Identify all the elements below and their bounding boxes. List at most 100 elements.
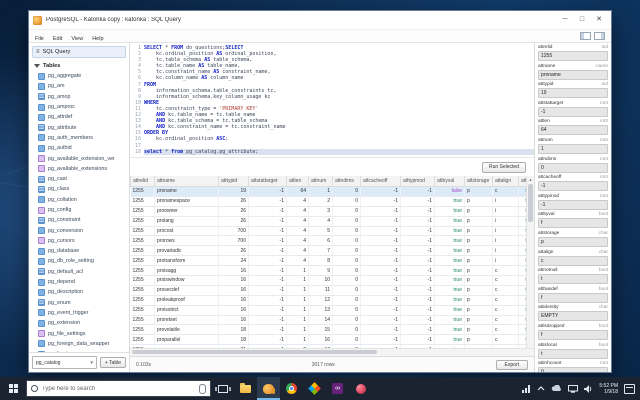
cell-atttypmod[interactable]: -1 (400, 186, 435, 197)
column-header-attnum[interactable]: attnum (308, 176, 333, 187)
cell-attname[interactable]: pronamespace (154, 196, 219, 207)
cell-atttypid[interactable]: 26 (218, 196, 249, 207)
cell-attname[interactable]: prolang (154, 216, 219, 227)
cell-attbyval[interactable]: true (434, 206, 465, 217)
volume-icon[interactable] (584, 384, 593, 393)
menu-help[interactable]: Help (92, 36, 103, 42)
column-header-attrelid[interactable]: attrelid (130, 176, 155, 187)
field-value-input[interactable]: f (538, 329, 608, 340)
cell-attstorage[interactable]: p (464, 245, 493, 257)
cell-attstattarget[interactable]: -1 (248, 206, 287, 217)
cell-attndims[interactable]: 0 (332, 265, 361, 277)
add-table-button[interactable]: + Table (99, 357, 126, 368)
cell-attnotnull[interactable]: true (518, 226, 526, 237)
cell-attnotnull[interactable]: true (518, 186, 526, 197)
cell-atttypmod[interactable]: -1 (400, 305, 435, 316)
cell-attlen[interactable]: 1 (286, 295, 309, 306)
cell-attalign[interactable]: i (492, 235, 519, 247)
table-row[interactable]: 1255prorows700-1460-1-1truepitrue (130, 235, 526, 247)
sidebar-item-pg_am[interactable]: pg_am (38, 81, 129, 91)
schema-select[interactable]: pg_catalog ▾ (32, 356, 97, 369)
field-value-input[interactable]: c (538, 255, 608, 266)
cell-attstattarget[interactable]: -1 (248, 324, 287, 336)
cell-attndims[interactable]: 0 (332, 285, 361, 296)
column-header-atttypmod[interactable]: atttypmod (400, 176, 435, 187)
cell-attnotnull[interactable]: true (518, 295, 526, 306)
cell-attnum[interactable]: 14 (308, 315, 333, 326)
cell-attname[interactable]: proiswindow (154, 275, 219, 286)
column-header-atttypid[interactable]: atttypid (218, 176, 249, 187)
cell-attbyval[interactable]: true (434, 334, 465, 346)
cell-atttypmod[interactable]: -1 (400, 295, 435, 306)
export-button[interactable]: Export (495, 359, 528, 370)
action-center-icon[interactable] (624, 383, 635, 394)
cell-attstattarget[interactable]: -1 (248, 216, 287, 227)
cell-attlen[interactable]: 1 (286, 285, 309, 296)
cell-attlen[interactable]: 1 (286, 275, 309, 286)
display-icon[interactable] (568, 384, 579, 393)
cell-attstorage[interactable]: p (464, 275, 493, 286)
cell-attndims[interactable]: 0 (332, 216, 361, 227)
cell-attstorage[interactable]: p (464, 196, 493, 207)
cell-atttypid[interactable]: 16 (218, 315, 249, 326)
toggle-left-panel-icon[interactable] (580, 32, 591, 40)
cell-attalign[interactable]: i (492, 245, 519, 257)
cell-attstorage[interactable]: p (464, 235, 493, 247)
cell-attcacheoff[interactable]: -1 (360, 265, 401, 277)
cell-attnum[interactable]: 5 (308, 226, 333, 237)
cell-attndims[interactable]: 0 (332, 186, 361, 197)
cell-atttypid[interactable]: 26 (218, 216, 249, 227)
show-hidden-icons-caret[interactable] (537, 386, 545, 391)
start-button[interactable] (0, 377, 26, 400)
cell-attstattarget[interactable]: -1 (248, 196, 287, 207)
sidebar-item-pg_aggregate[interactable]: pg_aggregate (38, 71, 129, 81)
sidebar-item-pg_amproc[interactable]: pg_amproc (38, 102, 129, 112)
cell-attlen[interactable]: 1 (286, 324, 309, 336)
cell-attbyval[interactable]: true (434, 265, 465, 277)
cell-attlen[interactable]: 64 (286, 186, 309, 197)
table-row[interactable]: 1255proleakproof16-11120-1-1truepctrue (130, 295, 526, 306)
table-row[interactable]: 1255proparallel18-11160-1-1truepctrue (130, 334, 526, 346)
cell-atttypid[interactable]: 26 (218, 206, 249, 217)
field-value-input[interactable]: EMPTY (538, 311, 608, 322)
cell-attnum[interactable]: 7 (308, 245, 333, 257)
tables-section-header[interactable]: Tables (29, 60, 129, 71)
cell-atttypmod[interactable]: -1 (400, 334, 435, 346)
cell-attnum[interactable]: 11 (308, 285, 333, 296)
cell-atttypmod[interactable]: -1 (400, 206, 435, 217)
cell-attstorage[interactable]: p (464, 186, 493, 197)
cell-atttypmod[interactable]: -1 (400, 245, 435, 257)
column-header-attalign[interactable]: attalign (492, 176, 519, 187)
cell-attalign[interactable]: i (492, 216, 519, 227)
field-value-input[interactable]: -1 (538, 199, 608, 210)
cell-attnum[interactable]: 13 (308, 305, 333, 316)
cell-attname[interactable]: provariadic (154, 245, 219, 257)
cell-attnum[interactable]: 6 (308, 235, 333, 247)
cell-attstorage[interactable]: p (464, 295, 493, 306)
cell-attcacheoff[interactable]: -1 (360, 315, 401, 326)
field-value-input[interactable]: -1 (538, 181, 608, 192)
sidebar-item-pg_authid[interactable]: pg_authid (38, 143, 129, 153)
sidebar-item-pg_attrdef[interactable]: pg_attrdef (38, 112, 129, 122)
cell-attnum[interactable]: 1 (308, 186, 333, 197)
cell-attalign[interactable]: i (492, 226, 519, 237)
cell-attlen[interactable]: 1 (286, 315, 309, 326)
table-row[interactable]: 1255prosecdef16-11110-1-1truepctrue (130, 285, 526, 296)
cell-attlen[interactable]: 4 (286, 245, 309, 257)
cell-attstattarget[interactable]: -1 (248, 265, 287, 277)
file-explorer-button[interactable] (234, 377, 257, 400)
cell-attnotnull[interactable]: true (518, 275, 526, 286)
cell-attstorage[interactable]: p (464, 216, 493, 227)
cell-atttypid[interactable]: 700 (218, 235, 249, 247)
sidebar-item-pg_cast[interactable]: pg_cast (38, 174, 129, 184)
taskbar-clock[interactable]: 5:52 PM 1/9/18 (599, 383, 618, 395)
toggle-right-panel-icon[interactable] (594, 32, 605, 40)
cell-attndims[interactable]: 0 (332, 196, 361, 207)
cell-attcacheoff[interactable]: -1 (360, 245, 401, 257)
table-row[interactable]: 1255provolatile18-11150-1-1truepctrue (130, 324, 526, 336)
cell-attnotnull[interactable]: true (518, 324, 526, 336)
results-grid[interactable]: attrelid attname atttypid attstattarget attl… (130, 176, 526, 348)
cell-attname[interactable]: proisagg (154, 265, 219, 277)
cell-atttypmod[interactable]: -1 (400, 235, 435, 247)
cell-attlen[interactable]: 4 (286, 216, 309, 227)
